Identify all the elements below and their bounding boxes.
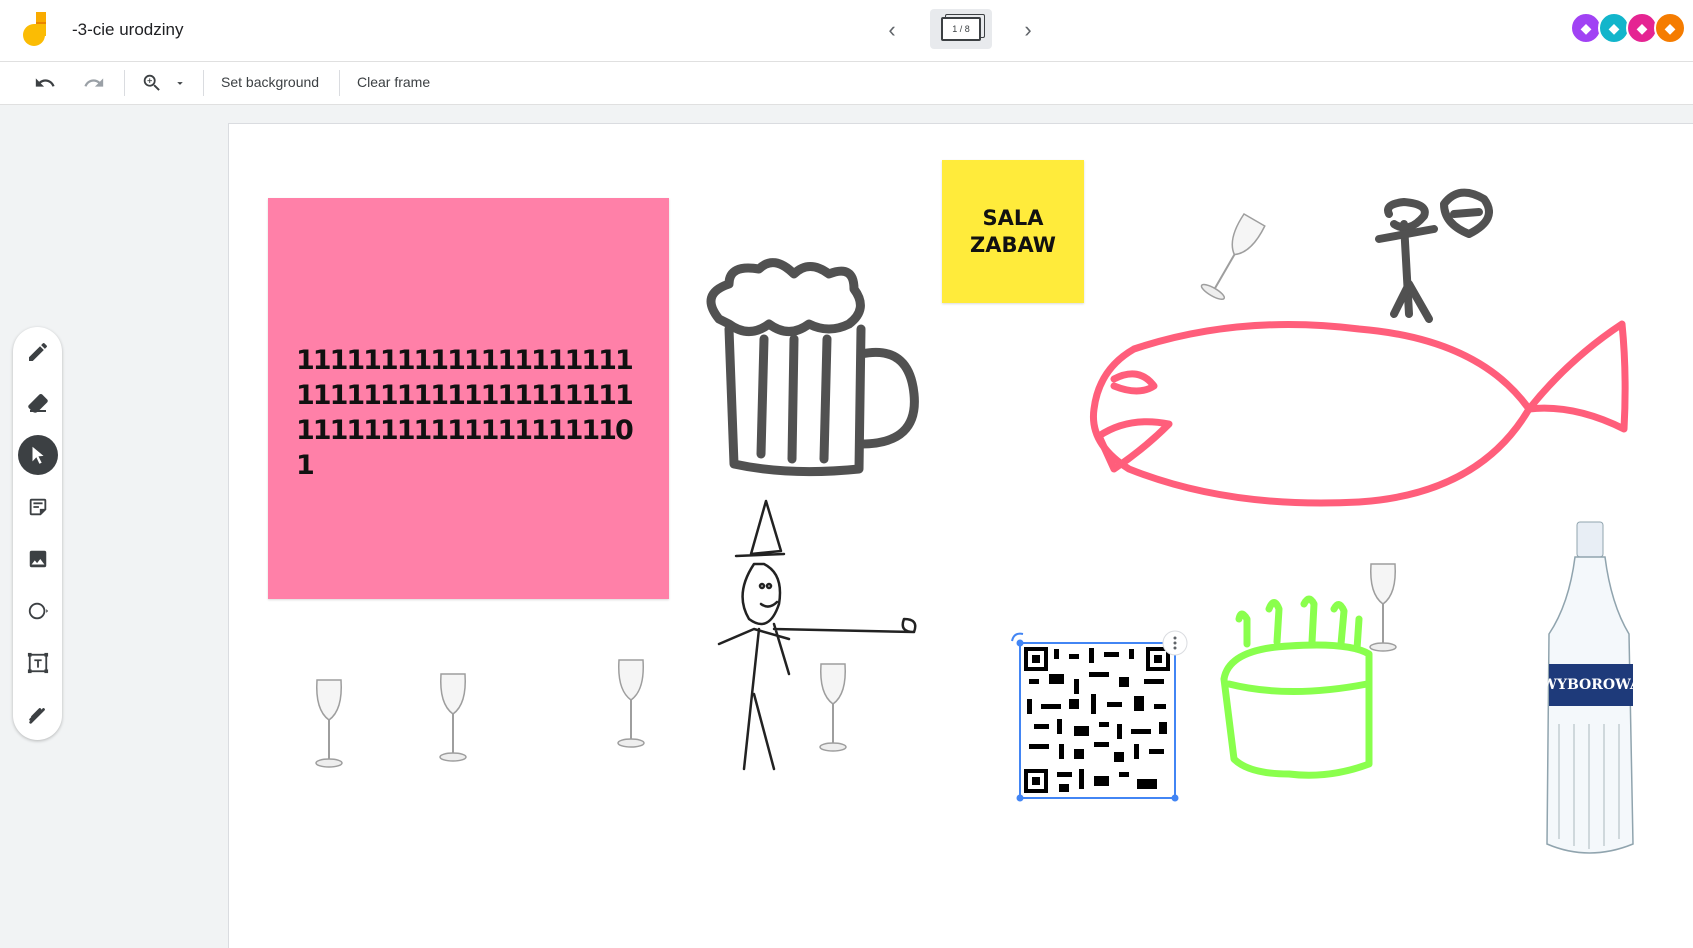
- frame-bar-toggle[interactable]: 1 / 8: [930, 9, 992, 49]
- wine-glass-image[interactable]: [1198, 212, 1267, 303]
- wine-glass-image[interactable]: [439, 673, 467, 762]
- sticky-note-icon: [29, 498, 47, 516]
- toolbar-divider: [124, 70, 125, 96]
- drawings-layer: WYBOROWA: [315, 188, 1642, 854]
- vodka-bottle-image[interactable]: WYBOROWA: [1540, 521, 1642, 854]
- image-tool[interactable]: [18, 539, 58, 579]
- birthday-cake-drawing[interactable]: [1220, 595, 1373, 779]
- bottle-label: WYBOROWA: [1540, 677, 1642, 693]
- toolbar: Set background Clear frame: [0, 62, 1693, 105]
- jamboard-logo[interactable]: [22, 12, 54, 48]
- frame-indicator: 1 / 8: [941, 17, 981, 41]
- toolbar-divider: [203, 70, 204, 96]
- chevron-left-icon[interactable]: ‹: [880, 18, 904, 42]
- shape-circle-icon: [28, 602, 49, 620]
- zoom-dropdown-icon[interactable]: [174, 72, 186, 94]
- wine-glass-image[interactable]: [1369, 563, 1397, 652]
- beer-mug-drawing[interactable]: [706, 258, 919, 477]
- set-background-button[interactable]: Set background: [221, 74, 319, 90]
- text-box-icon: [27, 652, 49, 674]
- wine-glass-image[interactable]: [315, 679, 343, 768]
- zoom-icon[interactable]: [141, 72, 163, 94]
- avatar-orange[interactable]: ◆: [1654, 12, 1686, 44]
- select-tool[interactable]: [18, 435, 58, 475]
- app-header: -3-cie urodziny ‹ 1 / 8 › ◆ ◆ ◆ ◆: [0, 0, 1693, 62]
- undo-icon[interactable]: [34, 72, 56, 94]
- tool-sidebar: [13, 327, 62, 740]
- clear-frame-button[interactable]: Clear frame: [357, 74, 430, 90]
- toolbar-divider: [339, 70, 340, 96]
- pen-icon: [29, 342, 48, 361]
- qr-code-image[interactable]: [1011, 630, 1188, 802]
- text-box-tool[interactable]: [18, 643, 58, 683]
- fish-drawing[interactable]: [1089, 320, 1629, 507]
- shape-tool[interactable]: [18, 591, 58, 631]
- document-title[interactable]: -3-cie urodziny: [72, 20, 184, 40]
- whiteboard-canvas[interactable]: 1111111111111111111111111111111111111111…: [228, 123, 1693, 948]
- stick-figure-small-drawing[interactable]: [1375, 188, 1493, 323]
- laser-icon: [29, 708, 45, 724]
- image-icon: [29, 550, 47, 568]
- laser-tool[interactable]: [18, 695, 58, 735]
- pen-tool[interactable]: [18, 332, 58, 372]
- wine-glass-image[interactable]: [617, 659, 645, 748]
- wizard-stick-figure-drawing[interactable]: [717, 499, 917, 771]
- sticky-note-tool[interactable]: [18, 487, 58, 527]
- eraser-tool[interactable]: [18, 383, 58, 423]
- redo-icon[interactable]: [83, 72, 105, 94]
- select-icon: [32, 446, 44, 464]
- chevron-right-icon[interactable]: ›: [1016, 18, 1040, 42]
- wine-glass-image[interactable]: [819, 663, 847, 752]
- eraser-icon: [28, 393, 48, 413]
